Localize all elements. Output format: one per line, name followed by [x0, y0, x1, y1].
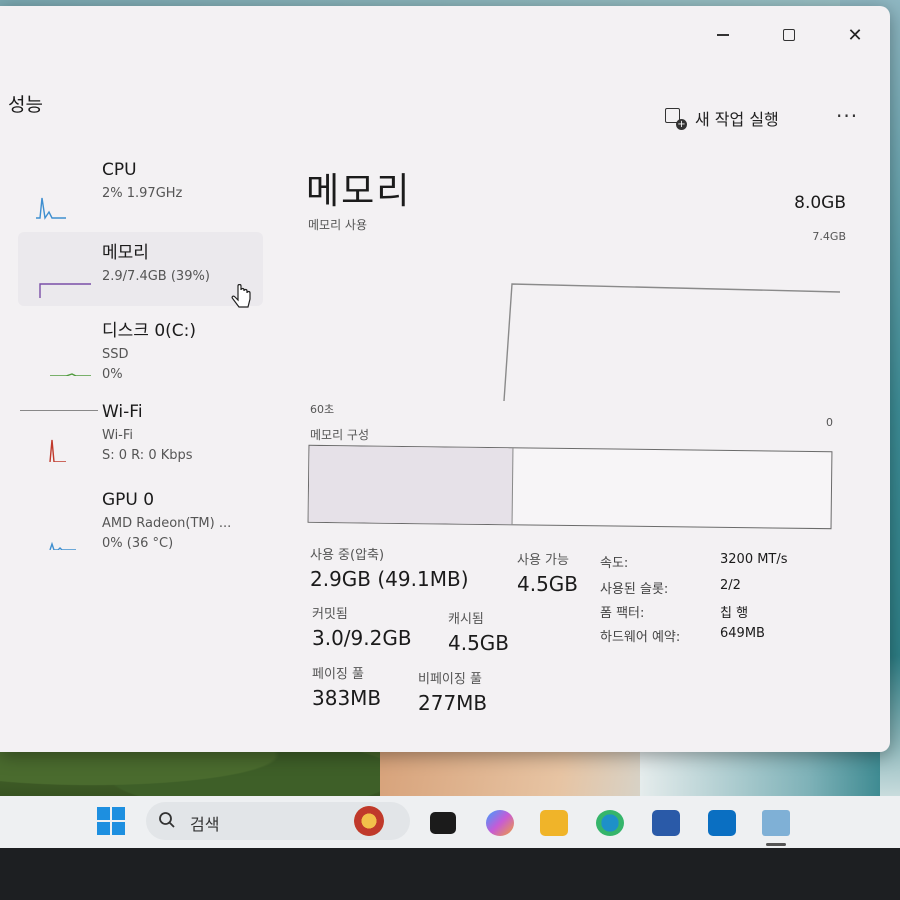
stat-label: 캐시됨	[448, 612, 484, 627]
copilot-icon[interactable]	[486, 810, 514, 836]
file-explorer-icon[interactable]	[540, 810, 568, 836]
active-app-indicator	[766, 843, 786, 846]
run-task-icon: +	[665, 108, 687, 130]
stat-value: 2.9GB (49.1MB)	[310, 567, 469, 591]
sidebar-item-cpu[interactable]: CPU 2% 1.97GHz	[18, 154, 263, 228]
stat-cached: 캐시됨 4.5GB	[448, 608, 509, 655]
spec-key: 폼 팩터:	[600, 606, 645, 621]
sidebar-item-detail: SSD	[102, 347, 129, 362]
task-view-icon[interactable]	[430, 812, 456, 834]
minimize-button[interactable]	[700, 18, 746, 52]
sidebar-item-detail: 0%	[102, 367, 123, 382]
stat-value: 4.5GB	[448, 631, 510, 655]
spec-key: 속도:	[600, 556, 629, 571]
stat-value: 383MB	[312, 686, 382, 710]
disk-sparkline-icon	[50, 373, 91, 376]
memory-title: 메모리	[306, 171, 412, 212]
minimize-icon	[717, 34, 729, 36]
stat-label: 커밋됨	[312, 607, 348, 622]
run-new-task-label: 새 작업 실행	[695, 110, 779, 129]
close-button[interactable]: ✕	[832, 18, 878, 52]
task-manager-icon[interactable]	[762, 810, 790, 836]
memory-composition-bar	[307, 444, 833, 530]
sidebar-item-memory[interactable]: 메모리 2.9/7.4GB (39%)	[18, 232, 263, 308]
title-bar[interactable]: ✕	[0, 6, 890, 76]
stat-label: 비페이징 풀	[418, 672, 482, 687]
stat-paged-pool: 페이징 풀 383MB	[312, 663, 381, 710]
more-options-button[interactable]: ···	[836, 104, 858, 128]
sidebar-item-label: GPU 0	[102, 490, 155, 510]
stat-in-use: 사용 중(압축) 2.9GB (49.1MB)	[310, 544, 469, 591]
spec-value: 649MB	[720, 626, 765, 641]
sidebar-item-detail: 2.9/7.4GB (39%)	[102, 269, 210, 284]
stat-nonpaged-pool: 비페이징 풀 277MB	[418, 668, 487, 715]
task-manager-window: ✕ 성능 + 새 작업 실행 ··· CPU 2% 1.97GHz 메모리 2.…	[0, 6, 890, 752]
stat-committed: 커밋됨 3.0/9.2GB	[312, 603, 412, 650]
wifi-sparkline-icon	[49, 439, 66, 462]
screen-bezel	[0, 848, 900, 900]
sidebar-item-gpu[interactable]: GPU 0 AMD Radeon(TM) ... 0% (36 °C)	[18, 484, 263, 558]
search-highlight-icon	[354, 806, 384, 836]
taskbar-search[interactable]: 검색	[146, 802, 410, 840]
cpu-sparkline-icon	[36, 197, 66, 220]
sidebar-item-wifi[interactable]: Wi-Fi Wi-Fi S: 0 R: 0 Kbps	[18, 396, 263, 470]
spec-value: 2/2	[720, 578, 741, 593]
sidebar-item-label: 디스크 0(C:)	[102, 321, 197, 341]
memory-usage-label: 메모리 사용	[308, 218, 368, 232]
memory-usage-line	[503, 283, 840, 402]
sidebar-item-label: 메모리	[102, 243, 149, 263]
graph-max-label: 7.4GB	[812, 230, 846, 243]
spec-key: 하드웨어 예약:	[600, 630, 681, 645]
sidebar-item-disk[interactable]: 디스크 0(C:) SSD 0%	[18, 310, 263, 384]
taskbar: 검색	[0, 796, 900, 848]
sidebar: CPU 2% 1.97GHz 메모리 2.9/7.4GB (39%) 디스크 0…	[0, 146, 270, 566]
search-icon	[159, 812, 175, 828]
gpu-sparkline-icon	[49, 541, 76, 550]
memory-sparkline-icon	[39, 283, 91, 298]
stat-value: 277MB	[418, 691, 488, 715]
sidebar-item-label: Wi-Fi	[102, 402, 143, 422]
outlook-icon[interactable]	[708, 810, 736, 836]
spec-value: 3200 MT/s	[720, 552, 788, 567]
search-label: 검색	[190, 815, 220, 834]
sidebar-item-detail: 2% 1.97GHz	[102, 186, 183, 201]
stat-value: 3.0/9.2GB	[312, 626, 412, 650]
composition-in-use	[308, 445, 514, 525]
sidebar-item-detail: Wi-Fi	[102, 428, 134, 443]
stat-label: 사용 중(압축)	[310, 548, 385, 563]
spec-key: 사용된 슬롯:	[600, 582, 669, 597]
close-icon: ✕	[847, 24, 863, 46]
edge-icon[interactable]	[596, 810, 624, 836]
stat-label: 사용 가능	[517, 553, 569, 568]
page-title: 성능	[8, 94, 43, 116]
hand-cursor-icon	[231, 284, 251, 308]
memory-total: 8.0GB	[794, 193, 846, 213]
stat-value: 4.5GB	[517, 572, 579, 596]
sidebar-item-detail: AMD Radeon(TM) ...	[102, 516, 232, 531]
spec-value: 칩 행	[720, 606, 749, 621]
memory-composition-label: 메모리 구성	[310, 428, 370, 442]
sidebar-item-detail: S: 0 R: 0 Kbps	[102, 448, 193, 463]
run-new-task-button[interactable]: + 새 작업 실행	[665, 106, 779, 130]
store-icon[interactable]	[652, 810, 680, 836]
graph-zero-label: 0	[826, 416, 833, 429]
sidebar-item-label: CPU	[102, 160, 137, 180]
sidebar-item-detail: 0% (36 °C)	[102, 536, 174, 551]
start-button[interactable]	[97, 807, 127, 837]
stat-available: 사용 가능 4.5GB	[517, 549, 578, 596]
maximize-button[interactable]	[766, 18, 812, 52]
graph-time-label: 60초	[310, 403, 335, 416]
memory-usage-graph	[503, 283, 840, 402]
stat-label: 페이징 풀	[312, 667, 364, 682]
maximize-icon	[783, 29, 795, 41]
